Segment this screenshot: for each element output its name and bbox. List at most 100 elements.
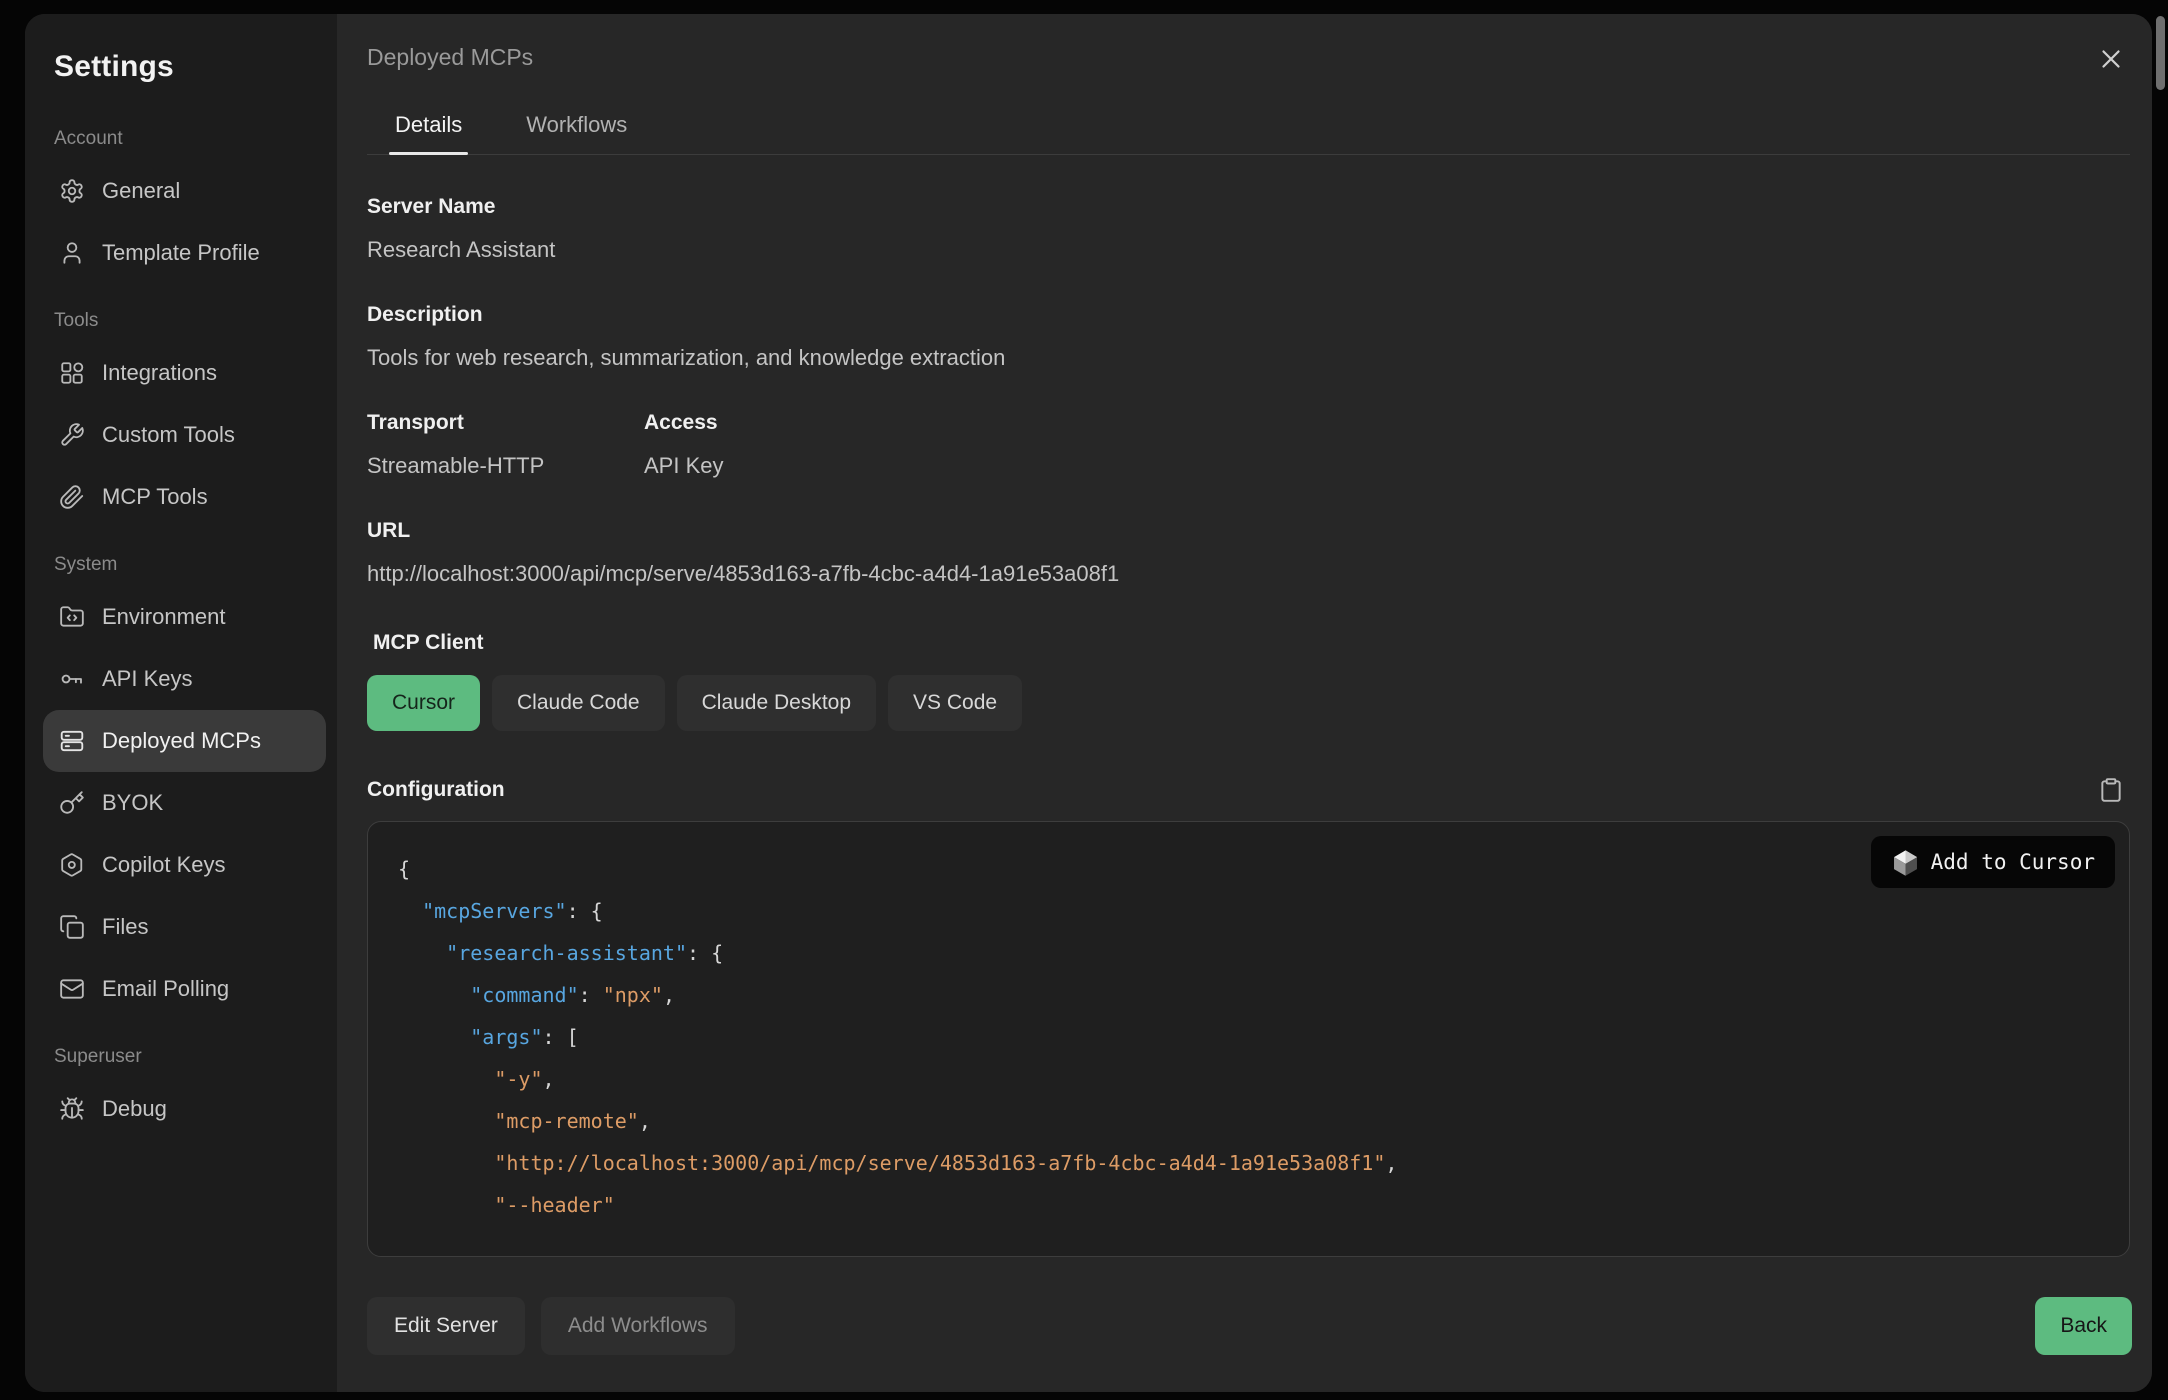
- details-scroll-area[interactable]: Deployed MCPs Details Workflows Server Na…: [337, 14, 2152, 1266]
- sidebar-item-custom-tools[interactable]: Custom Tools: [43, 404, 326, 466]
- sidebar-section-label: System: [54, 554, 326, 576]
- server-name-label: Server Name: [367, 195, 2130, 219]
- copy-icon: [59, 914, 85, 940]
- transport-value: Streamable-HTTP: [367, 453, 644, 479]
- mcp-client-options: CursorClaude CodeClaude DesktopVS Code: [367, 675, 2130, 731]
- sidebar-item-email-polling[interactable]: Email Polling: [43, 958, 326, 1020]
- sidebar-sections: Account General Template Profile Tools Integ…: [43, 102, 326, 1140]
- code-line: "http://localhost:3000/api/mcp/serve/485…: [398, 1142, 2099, 1184]
- tab-bar: Details Workflows: [367, 112, 2130, 155]
- server-icon: [59, 728, 85, 754]
- configuration-row: Configuration: [367, 777, 2130, 803]
- client-button-claude-code[interactable]: Claude Code: [492, 675, 665, 731]
- sidebar-item-integrations[interactable]: Integrations: [43, 342, 326, 404]
- sidebar-item-label: Custom Tools: [102, 422, 235, 448]
- panel-header: Deployed MCPs: [367, 44, 2130, 74]
- sidebar-item-label: General: [102, 178, 180, 204]
- sidebar-item-label: Template Profile: [102, 240, 260, 266]
- client-button-cursor[interactable]: Cursor: [367, 675, 480, 731]
- settings-sidebar: Settings Account General Template Profile T…: [25, 14, 337, 1392]
- sidebar-section-superuser: Superuser Debug: [43, 1046, 326, 1140]
- sidebar-section-system: System Environment API Keys Deployed MCPs BY…: [43, 554, 326, 1020]
- transport-label: Transport: [367, 411, 644, 435]
- tab-workflows[interactable]: Workflows: [520, 112, 633, 154]
- sidebar-item-label: Integrations: [102, 360, 217, 386]
- settings-title: Settings: [54, 50, 326, 84]
- code-line: "-y",: [398, 1058, 2099, 1100]
- back-button[interactable]: Back: [2035, 1297, 2132, 1355]
- configuration-label: Configuration: [367, 778, 505, 802]
- server-name-value: Research Assistant: [367, 237, 2130, 263]
- folder-code-icon: [59, 604, 85, 630]
- cursor-cube-icon: [1891, 848, 1920, 877]
- page-scrollbar-thumb[interactable]: [2156, 16, 2165, 90]
- settings-dialog: Settings Account General Template Profile T…: [25, 14, 2152, 1392]
- code-line: "research-assistant": {: [398, 932, 2099, 974]
- client-button-claude-desktop[interactable]: Claude Desktop: [677, 675, 876, 731]
- access-label: Access: [644, 411, 723, 435]
- sidebar-item-label: Copilot Keys: [102, 852, 226, 878]
- configuration-json: { "mcpServers": { "research-assistant": …: [398, 848, 2099, 1226]
- sidebar-item-debug[interactable]: Debug: [43, 1078, 326, 1140]
- key-round-icon: [59, 666, 85, 692]
- sidebar-item-mcp-tools[interactable]: MCP Tools: [43, 466, 326, 528]
- sidebar-item-label: Files: [102, 914, 148, 940]
- paperclip-icon: [59, 484, 85, 510]
- mail-icon: [59, 976, 85, 1002]
- sidebar-item-api-keys[interactable]: API Keys: [43, 648, 326, 710]
- sidebar-section-label: Account: [54, 128, 326, 150]
- sidebar-item-label: Email Polling: [102, 976, 229, 1002]
- key-icon: [59, 790, 85, 816]
- wrench-icon: [59, 422, 85, 448]
- hexagon-icon: [59, 852, 85, 878]
- clipboard-icon: [2098, 790, 2124, 807]
- sidebar-item-label: BYOK: [102, 790, 163, 816]
- add-to-cursor-button[interactable]: Add to Cursor: [1871, 836, 2115, 888]
- mcp-client-label: MCP Client: [373, 631, 2130, 655]
- code-line: "mcp-remote",: [398, 1100, 2099, 1142]
- sidebar-section-account: Account General Template Profile: [43, 128, 326, 284]
- sidebar-item-general[interactable]: General: [43, 160, 326, 222]
- sidebar-item-label: MCP Tools: [102, 484, 208, 510]
- sidebar-item-template-profile[interactable]: Template Profile: [43, 222, 326, 284]
- url-label: URL: [367, 519, 2130, 543]
- add-to-cursor-label: Add to Cursor: [1931, 850, 2095, 874]
- access-value: API Key: [644, 453, 723, 479]
- sidebar-item-copilot-keys[interactable]: Copilot Keys: [43, 834, 326, 896]
- user-icon: [59, 240, 85, 266]
- sidebar-item-label: Environment: [102, 604, 226, 630]
- sidebar-section-label: Tools: [54, 310, 326, 332]
- sidebar-item-label: Deployed MCPs: [102, 728, 261, 754]
- sidebar-item-files[interactable]: Files: [43, 896, 326, 958]
- close-button[interactable]: [2096, 44, 2126, 74]
- description-value: Tools for web research, summarization, a…: [367, 345, 2130, 371]
- x-icon: [2096, 61, 2126, 78]
- code-line: "--header": [398, 1184, 2099, 1226]
- url-value: http://localhost:3000/api/mcp/serve/4853…: [367, 561, 2130, 587]
- sidebar-section-tools: Tools Integrations Custom Tools MCP Tools: [43, 310, 326, 528]
- transport-access-row: Transport Streamable-HTTP Access API Key: [367, 371, 2130, 479]
- code-line: "args": [: [398, 1016, 2099, 1058]
- add-workflows-button[interactable]: Add Workflows: [541, 1297, 735, 1355]
- configuration-code-block: { "mcpServers": { "research-assistant": …: [367, 821, 2130, 1257]
- edit-server-button[interactable]: Edit Server: [367, 1297, 525, 1355]
- client-button-vs-code[interactable]: VS Code: [888, 675, 1022, 731]
- blocks-icon: [59, 360, 85, 386]
- sidebar-item-environment[interactable]: Environment: [43, 586, 326, 648]
- sidebar-item-byok[interactable]: BYOK: [43, 772, 326, 834]
- transport-column: Transport Streamable-HTTP: [367, 371, 644, 479]
- bug-icon: [59, 1096, 85, 1122]
- sidebar-item-label: Debug: [102, 1096, 167, 1122]
- sidebar-item-label: API Keys: [102, 666, 192, 692]
- access-column: Access API Key: [644, 371, 723, 479]
- code-line: "mcpServers": {: [398, 890, 2099, 932]
- code-line: {: [398, 848, 2099, 890]
- copy-configuration-button[interactable]: [2098, 777, 2124, 803]
- sidebar-section-label: Superuser: [54, 1046, 326, 1068]
- dialog-footer: Edit Server Add Workflows Back: [337, 1266, 2152, 1392]
- panel-title: Deployed MCPs: [367, 44, 533, 71]
- tab-details[interactable]: Details: [389, 112, 468, 154]
- sidebar-item-deployed-mcps[interactable]: Deployed MCPs: [43, 710, 326, 772]
- gear-icon: [59, 178, 85, 204]
- code-line: "command": "npx",: [398, 974, 2099, 1016]
